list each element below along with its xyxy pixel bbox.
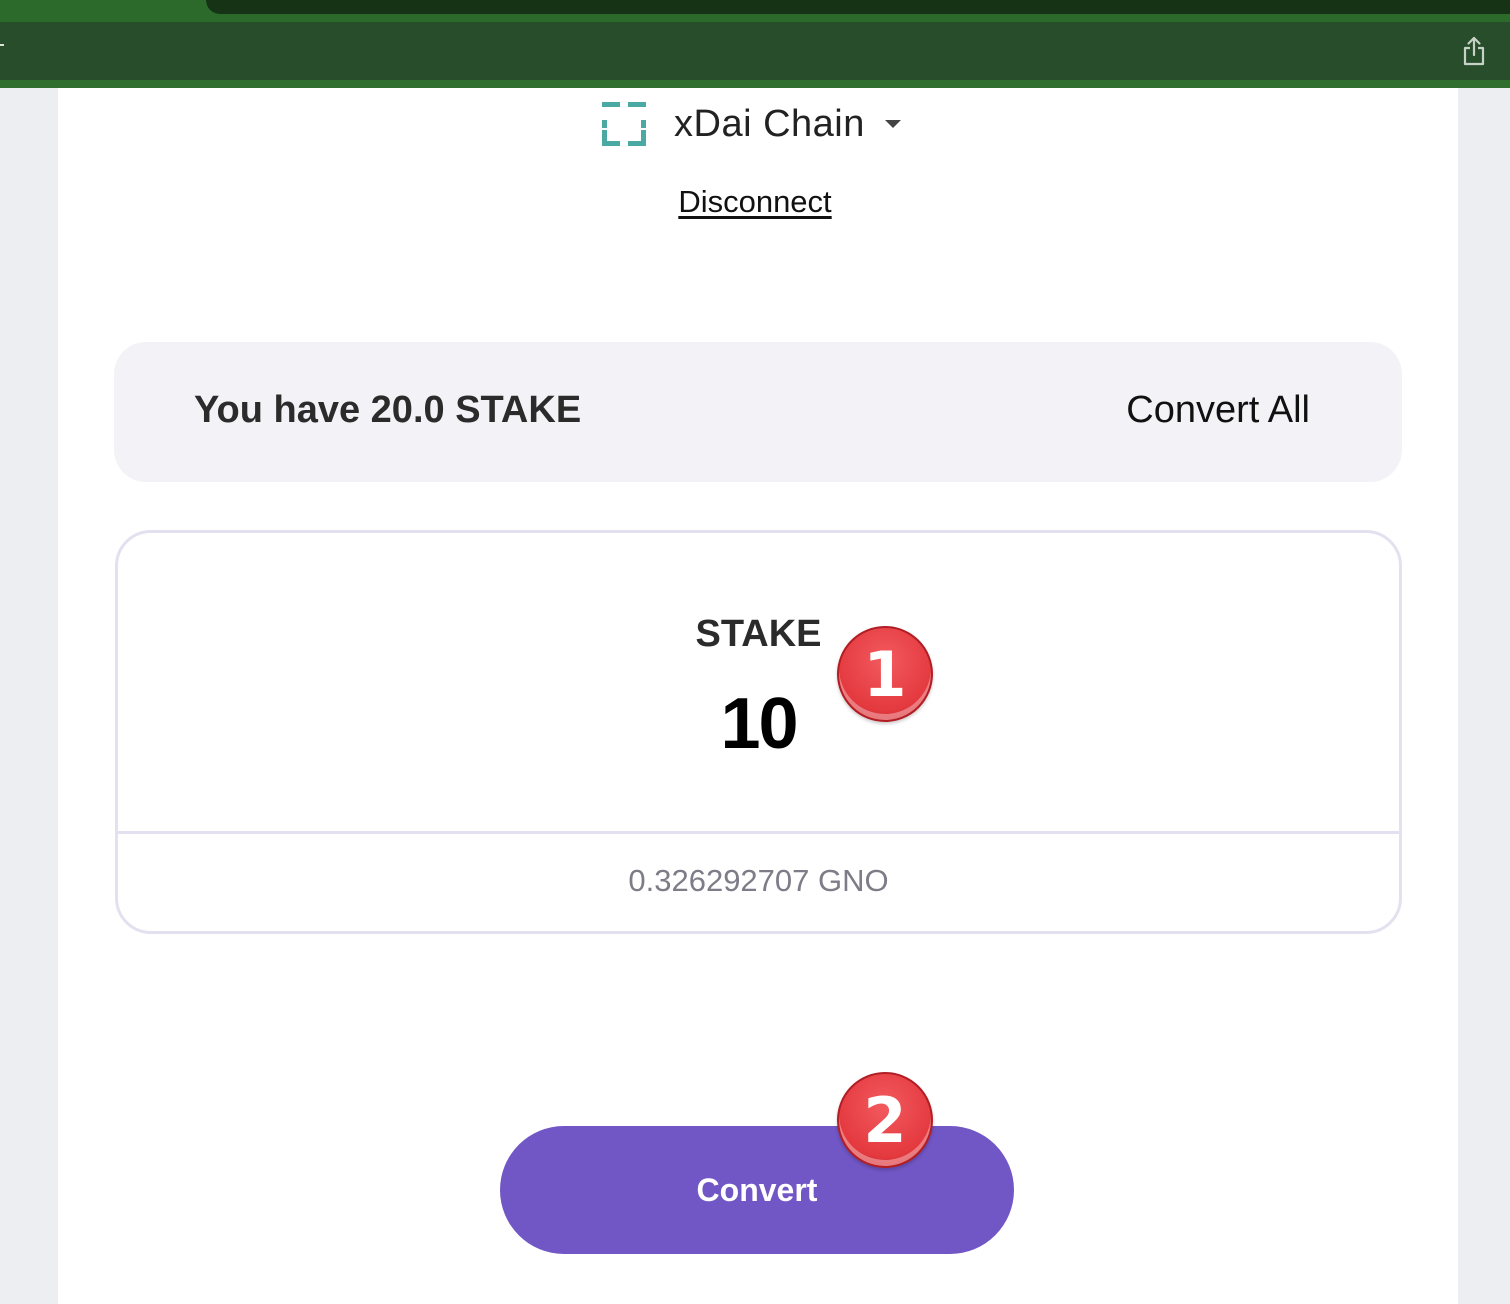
share-button[interactable] [1458,34,1490,68]
disconnect-link[interactable]: Disconnect [678,184,831,219]
toolbar-edge-mark [0,44,4,46]
step-badge-1: 1 [837,626,933,722]
browser-toolbar [0,22,1510,80]
network-name: xDai Chain [674,102,865,145]
input-token-label: STAKE [695,613,822,655]
step-badge-2: 2 [837,1072,933,1168]
disconnect-row: Disconnect [0,184,1510,220]
balance-text: You have 20.0 STAKE [194,389,582,431]
caret-down-icon [884,120,901,128]
output-amount: 0.326292707 GNO [628,863,889,898]
browser-active-tab[interactable] [206,0,1510,14]
share-icon [1463,36,1485,66]
balance-panel: You have 20.0 STAKE Convert All [114,342,1402,482]
network-selector[interactable]: xDai Chain [600,100,901,148]
panel-divider [118,831,1399,834]
convert-button[interactable]: Convert [500,1126,1014,1254]
conversion-panel: STAKE 10 0.326292707 GNO [115,530,1402,934]
toolbar-border [0,80,1510,88]
convert-all-button[interactable]: Convert All [1126,389,1310,432]
xdai-chain-icon [602,102,646,146]
amount-input[interactable]: 10 [118,683,1399,765]
